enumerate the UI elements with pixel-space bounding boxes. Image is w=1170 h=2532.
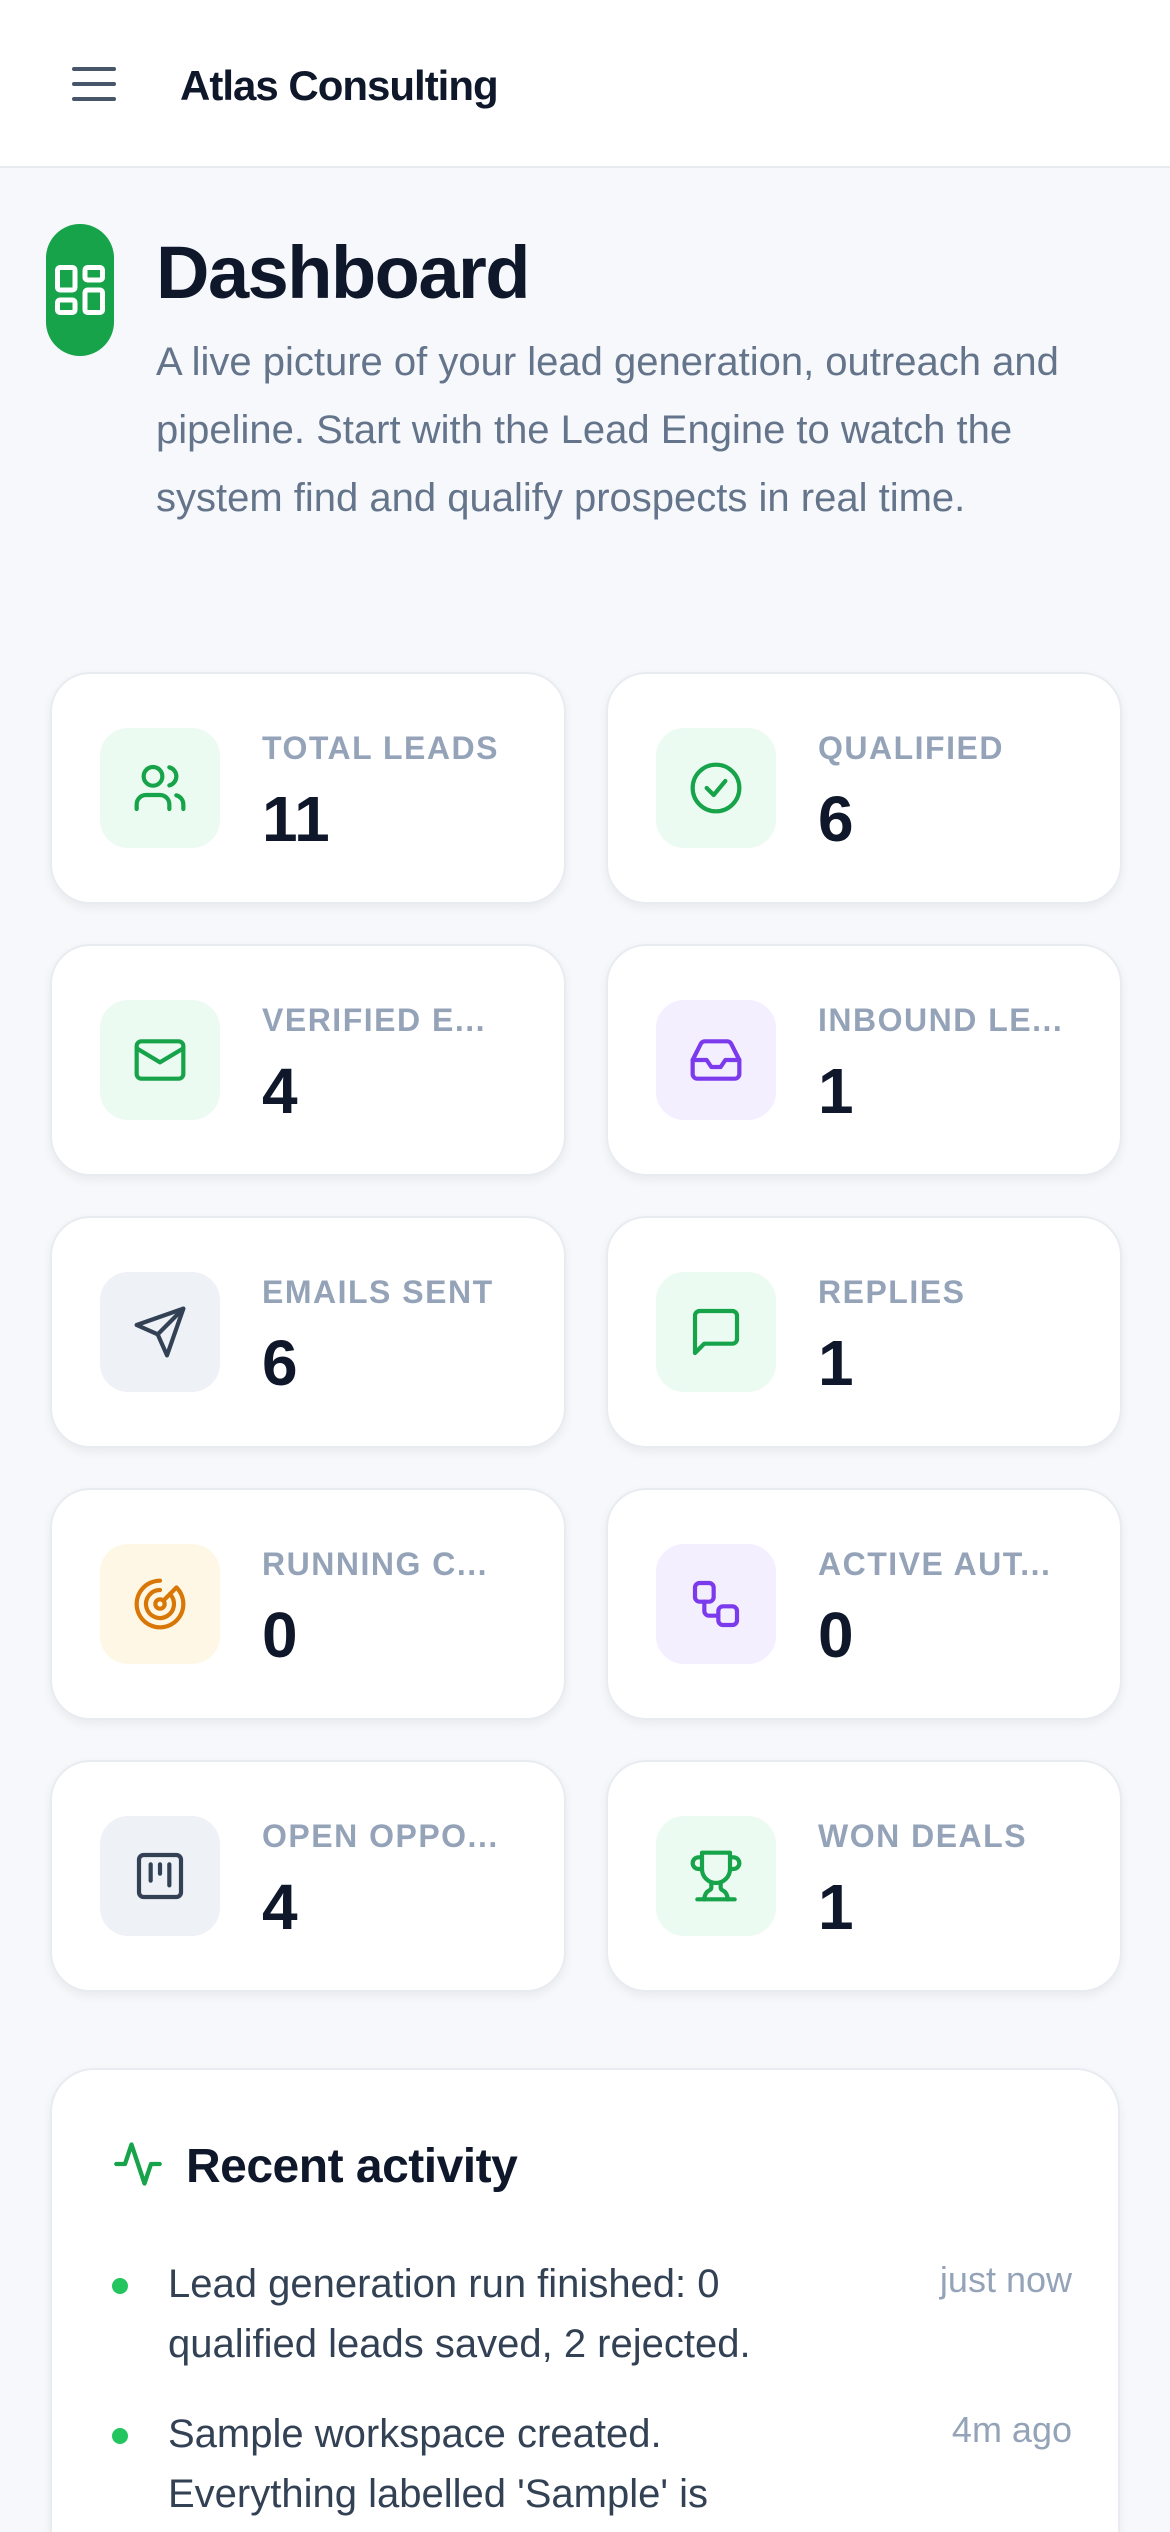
stat-label: QUALIFIED — [818, 730, 1004, 766]
activity-dot — [112, 2278, 128, 2294]
mail-icon — [100, 1000, 220, 1120]
inbox-icon — [656, 1000, 776, 1120]
top-bar: Atlas Consulting — [0, 0, 1170, 168]
recent-activity-header: Recent activity — [112, 2138, 518, 2195]
stat-value: 1 — [818, 1871, 854, 1943]
stat-label: RUNNING C... — [262, 1546, 488, 1582]
stat-label: ACTIVE AUT... — [818, 1546, 1052, 1582]
stat-label: OPEN OPPO... — [262, 1818, 499, 1854]
stat-card-verified-emails[interactable]: VERIFIED E... 4 — [50, 944, 566, 1176]
stat-value: 0 — [818, 1599, 854, 1671]
stat-value: 0 — [262, 1599, 298, 1671]
recent-activity-panel: Recent activity Lead generation run fini… — [50, 2068, 1120, 2532]
stat-card-won-deals[interactable]: WON DEALS 1 — [606, 1760, 1122, 1992]
recent-activity-title: Recent activity — [186, 2140, 518, 2193]
stat-value: 4 — [262, 1871, 298, 1943]
stat-card-running-campaigns[interactable]: RUNNING C... 0 — [50, 1488, 566, 1720]
page-title: Dashboard — [156, 231, 531, 314]
stat-label: EMAILS SENT — [262, 1274, 494, 1310]
activity-dot — [112, 2428, 128, 2444]
kanban-icon — [100, 1816, 220, 1936]
stat-card-inbound-leads[interactable]: INBOUND LE... 1 — [606, 944, 1122, 1176]
activity-time: 4m ago — [951, 2409, 1072, 2450]
hamburger-menu-icon[interactable] — [66, 58, 126, 110]
trophy-icon — [656, 1816, 776, 1936]
dashboard-grid-icon — [46, 224, 114, 356]
stat-value: 6 — [262, 1327, 298, 1399]
stat-label: INBOUND LE... — [818, 1002, 1064, 1038]
stat-label: WON DEALS — [818, 1818, 1028, 1854]
stat-card-qualified[interactable]: QUALIFIED 6 — [606, 672, 1122, 904]
brand-name: Atlas Consulting — [180, 62, 499, 109]
stat-label: VERIFIED E... — [262, 1002, 486, 1038]
stat-card-total-leads[interactable]: TOTAL LEADS 11 — [50, 672, 566, 904]
message-icon — [656, 1272, 776, 1392]
users-icon — [100, 728, 220, 848]
activity-pulse-icon — [112, 2138, 164, 2195]
check-circle-icon — [656, 728, 776, 848]
activity-text: Lead generation run finished: 0 qualifie… — [168, 2262, 751, 2366]
stat-card-open-opportunities[interactable]: OPEN OPPO... 4 — [50, 1760, 566, 1992]
stat-label: REPLIES — [818, 1274, 966, 1310]
stat-card-emails-sent[interactable]: EMAILS SENT 6 — [50, 1216, 566, 1448]
stat-value: 1 — [818, 1327, 854, 1399]
stat-card-active-automations[interactable]: ACTIVE AUT... 0 — [606, 1488, 1122, 1720]
stat-value: 4 — [262, 1055, 298, 1127]
stat-value: 6 — [818, 783, 854, 855]
radar-icon — [100, 1544, 220, 1664]
workflow-icon — [656, 1544, 776, 1664]
stat-label: TOTAL LEADS — [262, 730, 499, 766]
stat-value: 11 — [262, 783, 330, 855]
activity-time: just now — [939, 2259, 1072, 2300]
stat-value: 1 — [818, 1055, 854, 1127]
send-icon — [100, 1272, 220, 1392]
page-description: A live picture of your lead generation, … — [156, 340, 1059, 520]
stat-card-replies[interactable]: REPLIES 1 — [606, 1216, 1122, 1448]
activity-text: Sample workspace created. Everything lab… — [168, 2412, 708, 2516]
